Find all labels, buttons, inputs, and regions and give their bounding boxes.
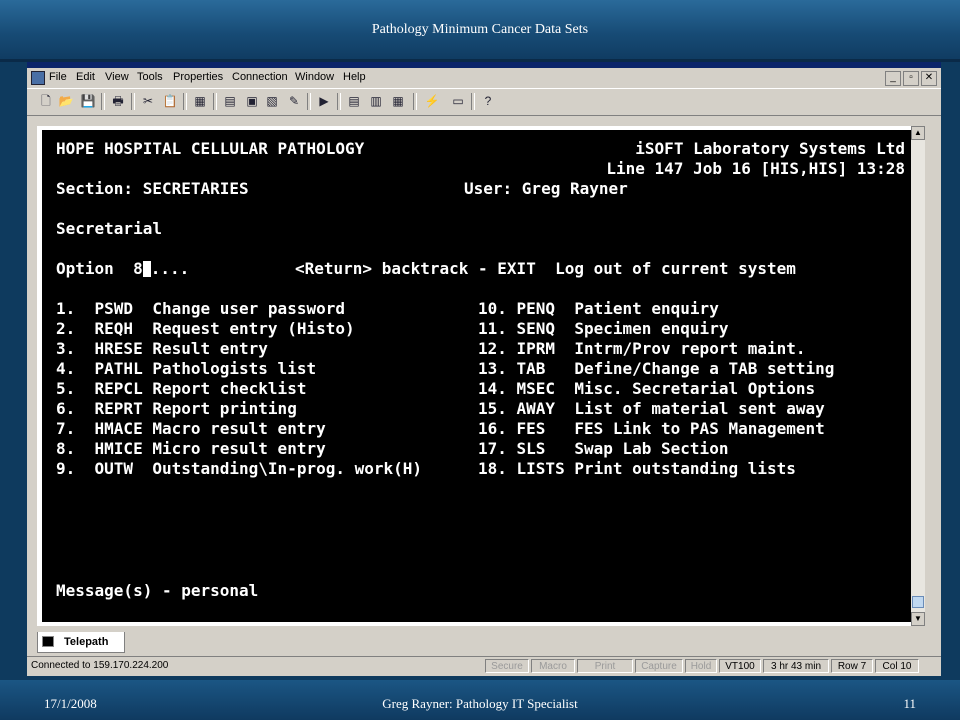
doc2-icon[interactable]: ▥ (367, 93, 385, 110)
menu-edit[interactable]: Edit (76, 71, 95, 83)
menu-option-10: 10. PENQ Patient enquiry (478, 299, 719, 318)
menu-properties[interactable]: Properties (173, 71, 223, 83)
close-button[interactable]: ✕ (921, 71, 937, 86)
menu-option-17: 17. SLS Swap Lab Section (478, 439, 729, 458)
return-hint: <Return> backtrack - EXIT Log out of cur… (295, 259, 796, 278)
toolbar: 🗋 📂 💾 🖶 ✂ 📋 ▦ ▤ ▣ ▧ ✎ ▶ ▤ ▥ ▦ ⚡ ▭ ? (27, 88, 941, 116)
tab-label: Telepath (64, 636, 109, 648)
telepath-window: File Edit View Tools Properties Connecti… (27, 62, 941, 676)
status-bar: Connected to 159.170.224.200 Secure Macr… (27, 656, 941, 676)
menu-help[interactable]: Help (343, 71, 366, 83)
tab-telepath[interactable]: Telepath (37, 632, 125, 653)
menu-connection[interactable]: Connection (232, 71, 288, 83)
menu-option-6: 6. REPRT Report printing (56, 399, 297, 418)
menu-option-15: 15. AWAY List of material sent away (478, 399, 825, 418)
menu-option-2: 2. REQH Request entry (Histo) (56, 319, 355, 338)
status-session-time: 3 hr 43 min (763, 659, 829, 673)
screen-icon[interactable]: ▭ (449, 93, 467, 110)
menu-option-13: 13. TAB Define/Change a TAB setting (478, 359, 835, 378)
messages-line: Message(s) - personal (56, 581, 259, 600)
status-emulation: VT100 (719, 659, 761, 673)
terminal-header-left: HOPE HOSPITAL CELLULAR PATHOLOGY (56, 139, 365, 158)
scroll-thumb[interactable] (912, 596, 924, 608)
slide-title: Pathology Minimum Cancer Data Sets (371, 22, 589, 37)
menu-tools[interactable]: Tools (137, 71, 163, 83)
menu-option-4: 4. PATHL Pathologists list (56, 359, 317, 378)
vertical-scrollbar[interactable]: ▲ ▼ (911, 126, 925, 626)
doc3-icon[interactable]: ▦ (389, 93, 407, 110)
menu-file[interactable]: File (49, 71, 67, 83)
toolbar-separator (183, 93, 187, 110)
properties-icon[interactable]: ▦ (191, 93, 209, 110)
text-cursor (142, 261, 151, 277)
status-print: Print (577, 659, 633, 673)
scroll-down-icon[interactable]: ▼ (911, 612, 925, 626)
option-label: Option 8 (56, 259, 143, 278)
toolbar-separator (307, 93, 311, 110)
capture-icon[interactable]: ▧ (263, 93, 281, 110)
app-icon[interactable] (31, 71, 45, 85)
terminal-header-right: iSOFT Laboratory Systems Ltd (635, 139, 905, 158)
menu-option-12: 12. IPRM Intrm/Prov report maint. (478, 339, 806, 358)
menu-option-9: 9. OUTW Outstanding\In-prog. work(H) (56, 459, 423, 478)
toolbar-separator (337, 93, 341, 110)
minimize-button[interactable]: _ (885, 71, 901, 86)
terminal-user: User: Greg Rayner (464, 179, 628, 198)
toolbar-separator (213, 93, 217, 110)
option-prompt[interactable]: Option 8.... (56, 260, 189, 278)
footer-presenter: Greg Rayner: Pathology IT Specialist (382, 696, 578, 711)
scroll-up-icon[interactable]: ▲ (911, 126, 925, 140)
session-tabstrip: Telepath (27, 632, 941, 654)
print-icon[interactable]: 🖶 (109, 93, 127, 110)
menu-option-8: 8. HMICE Micro result entry (56, 439, 326, 458)
terminal-icon (42, 636, 54, 647)
restore-button[interactable]: ▫ (903, 71, 919, 86)
terminal-line-info: Line 147 Job 16 [HIS,HIS] 13:28 (606, 159, 905, 178)
toolbar-separator (101, 93, 105, 110)
status-macro: Macro (531, 659, 575, 673)
terminal-screen[interactable]: HOPE HOSPITAL CELLULAR PATHOLOGY iSOFT L… (42, 130, 911, 622)
doc-icon[interactable]: ▤ (345, 93, 363, 110)
grid-icon[interactable]: ▤ (221, 93, 239, 110)
slide-number: 11 (903, 696, 916, 711)
menu-view[interactable]: View (105, 71, 129, 83)
new-icon[interactable]: 🗋 (37, 93, 55, 110)
toolbar-separator (131, 93, 135, 110)
status-capture: Capture (635, 659, 683, 673)
menu-option-5: 5. REPCL Report checklist (56, 379, 307, 398)
terminal-frame: HOPE HOSPITAL CELLULAR PATHOLOGY iSOFT L… (37, 126, 925, 626)
font-icon[interactable]: ▣ (243, 93, 261, 110)
paste-icon[interactable]: 📋 (161, 93, 179, 110)
status-col: Col 10 (875, 659, 919, 673)
connect-icon[interactable]: ⚡ (423, 93, 441, 110)
status-secure: Secure (485, 659, 529, 673)
menu-option-11: 11. SENQ Specimen enquiry (478, 319, 729, 338)
save-icon[interactable]: 💾 (79, 93, 97, 110)
cut-icon[interactable]: ✂ (139, 93, 157, 110)
menu-option-18: 18. LISTS Print outstanding lists (478, 459, 796, 478)
open-icon[interactable]: 📂 (57, 93, 75, 110)
menu-window[interactable]: Window (295, 71, 334, 83)
help-icon[interactable]: ? (479, 93, 497, 110)
option-input-dots: .... (150, 259, 190, 278)
menu-option-16: 16. FES FES Link to PAS Management (478, 419, 825, 438)
menu-bar: File Edit View Tools Properties Connecti… (27, 68, 941, 88)
menu-option-3: 3. HRESE Result entry (56, 339, 268, 358)
menu-option-14: 14. MSEC Misc. Secretarial Options (478, 379, 816, 398)
terminal-heading: Secretarial (56, 219, 162, 238)
status-row: Row 7 (831, 659, 873, 673)
toolbar-separator (471, 93, 475, 110)
menu-option-7: 7. HMACE Macro result entry (56, 419, 326, 438)
toolbar-separator (413, 93, 417, 110)
connection-status: Connected to 159.170.224.200 (31, 660, 169, 671)
terminal-section: Section: SECRETARIES (56, 179, 249, 198)
status-hold: Hold (685, 659, 717, 673)
play-icon[interactable]: ▶ (315, 93, 333, 110)
menu-option-1: 1. PSWD Change user password (56, 299, 345, 318)
macro-icon[interactable]: ✎ (285, 93, 303, 110)
